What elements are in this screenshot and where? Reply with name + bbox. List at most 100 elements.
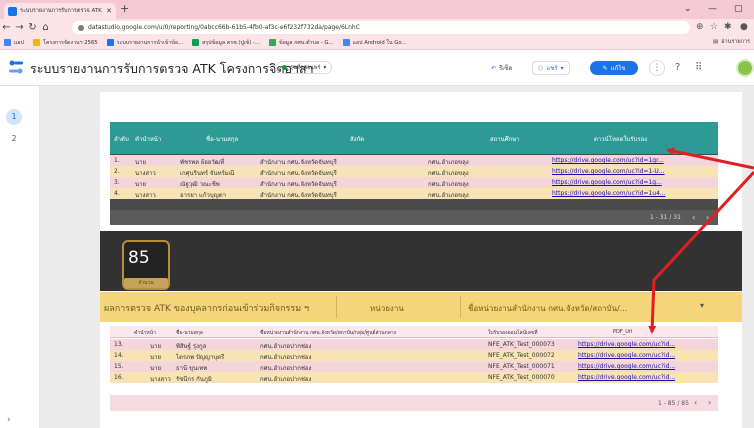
filter-bar: ผลการตรวจ ATK ของบุคลากรก่อนเข้าร่วมกิจก… bbox=[100, 292, 742, 322]
column-header[interactable]: สังกัด bbox=[350, 134, 364, 144]
report-title[interactable]: ระบบรายงานการรับการตรวจ ATK โครงการจิตอา… bbox=[30, 59, 314, 79]
bookmark-item[interactable]: แอป Android ใน Go... bbox=[342, 39, 407, 47]
sheets-icon bbox=[192, 39, 200, 46]
certificate-link[interactable]: https://drive.google.com/uc?id=1gr... bbox=[552, 157, 716, 164]
chevron-down-icon[interactable]: ▾ bbox=[700, 301, 704, 310]
pdf-link[interactable]: https://drive.google.com/uc?id... bbox=[578, 363, 716, 370]
close-tab-icon[interactable]: ✕ bbox=[106, 7, 112, 15]
column-header[interactable]: คำนำหน้า bbox=[135, 134, 161, 144]
divider bbox=[460, 296, 461, 318]
page-1-button[interactable]: 1 bbox=[6, 109, 22, 125]
extension-icon[interactable]: ⊕ bbox=[696, 22, 704, 33]
next-page-icon[interactable]: › bbox=[706, 213, 709, 222]
bookmark-label: แอป bbox=[14, 39, 24, 46]
pdf-link[interactable]: https://drive.google.com/uc?id... bbox=[578, 374, 716, 381]
report-canvas: ลำดับ คำนำหน้า ชื่อ-นามสกุล สังกัด สถานศ… bbox=[40, 86, 754, 428]
table-row[interactable]: 16. นางสาว รัชนีกร กันภูมิ กศน.อำเภอปากช… bbox=[110, 372, 718, 383]
previous-page-icon[interactable]: ‹ bbox=[692, 213, 695, 222]
home-icon[interactable]: ⌂ bbox=[39, 19, 52, 36]
star-icon[interactable]: ☆ bbox=[710, 22, 718, 33]
certificate-link[interactable]: https://drive.google.com/uc?id=1-U... bbox=[552, 168, 716, 175]
chevron-down-icon: ▾ bbox=[560, 64, 564, 72]
column-header[interactable]: PDF_Url bbox=[613, 329, 632, 335]
reading-list[interactable]: ▤ อ่านรายการ bbox=[713, 38, 750, 46]
play-store-icon bbox=[342, 39, 350, 46]
bookmark-label: ข้อมูล กศน.ตำบล - G... bbox=[279, 39, 334, 46]
reload-icon[interactable]: ↻ bbox=[26, 19, 39, 36]
bookmark-label: โครงการจัดงานฯ 2565 bbox=[42, 39, 98, 46]
share-button[interactable]: ⚇ แชร์ ▾ bbox=[532, 61, 570, 75]
table-row[interactable]: 13. นาย พิสิษฐ์ รุ่งกูล กศน.อำเภอปากช่อง… bbox=[110, 339, 718, 350]
data-studio-logo-icon[interactable] bbox=[8, 59, 24, 75]
pdf-link[interactable]: https://drive.google.com/uc?id... bbox=[578, 341, 716, 348]
status-label: รุ่นที่แผยแพร่ bbox=[290, 64, 321, 71]
certificate-link[interactable]: https://drive.google.com/uc?id=1g... bbox=[552, 179, 716, 186]
previous-page-icon[interactable]: ‹ bbox=[694, 398, 697, 407]
row-number: 3. bbox=[114, 179, 120, 186]
bookmark-label: ระบบรายงานการนำเข้าข้อ... bbox=[116, 39, 184, 46]
back-icon[interactable]: ← bbox=[0, 19, 13, 36]
new-tab-icon[interactable]: + bbox=[120, 3, 129, 15]
column-header[interactable]: ลำดับ bbox=[114, 134, 129, 144]
published-version-selector[interactable]: รุ่นที่แผยแพร่ ▾ bbox=[276, 61, 333, 74]
count-label: จำนวน bbox=[124, 278, 168, 288]
apps-grid-icon[interactable]: ⠿ bbox=[695, 62, 702, 74]
bookmark-apps[interactable]: แอป bbox=[4, 39, 24, 47]
certificate-link[interactable]: https://drive.google.com/uc?id=1u4... bbox=[552, 190, 716, 197]
share-label: แชร์ bbox=[546, 65, 558, 72]
unit-filter[interactable]: หน่วยงาน bbox=[370, 302, 404, 315]
table-row[interactable]: 15. นาย ธานี ขุนเทพ กศน.อำเภอปากช่อง NFE… bbox=[110, 361, 718, 372]
profile-icon[interactable]: ● bbox=[740, 22, 748, 33]
unit-name-filter[interactable]: ชื่อหน่วยงานสำนักงาน กศน.จังหวัด/สถาบัน/… bbox=[468, 302, 627, 315]
row-number: 16. bbox=[114, 374, 124, 381]
column-header[interactable]: ดาวน์โหลดใบรับรอง bbox=[594, 134, 647, 144]
table-row[interactable]: 4. นางสาว อารยา แก้วบุญตา สำนักงาน กศน.จ… bbox=[110, 188, 718, 199]
reset-button[interactable]: ↶ รีเซ็ต bbox=[486, 61, 517, 75]
address-url: datastudio.google.com/u/0/reporting/0abc… bbox=[88, 24, 360, 31]
table-row[interactable]: 14. นาย ไตรภพ ปัญญาบุตรี กศน.อำเภอปากช่อ… bbox=[110, 350, 718, 361]
row-unit: กศน.อำเภอปากช่อง bbox=[260, 376, 312, 383]
table-row[interactable]: 3. นาย ณัฐวุฒิ วณะชีพ สำนักงาน กศน.จังหว… bbox=[110, 177, 718, 188]
folder-icon bbox=[32, 39, 40, 46]
chevron-right-icon[interactable]: › bbox=[7, 415, 11, 425]
column-header[interactable]: คำนำหน้า bbox=[134, 329, 156, 337]
row-cert-no: NFE_ATK_Test_000070 bbox=[488, 374, 555, 381]
row-name: รัชนีกร กันภูมิ bbox=[176, 376, 212, 383]
bookmark-item[interactable]: ระบบรายงานการนำเข้าข้อ... bbox=[106, 39, 184, 47]
row-school: กศน.อำเภอขลุง bbox=[428, 192, 469, 199]
minimize-icon[interactable]: — bbox=[708, 3, 717, 15]
edit-button[interactable]: ✎ แก้ไข bbox=[590, 61, 638, 75]
page-2-button[interactable]: 2 bbox=[6, 131, 22, 147]
apps-grid-icon bbox=[4, 39, 11, 46]
browser-tab[interactable]: ระบบรายงานการรับการตรวจ ATK โดย ✕ bbox=[4, 3, 116, 19]
table-row[interactable]: 1. นาย พัชรพล ย้อยวัฒที่ สำนักงาน กศน.จั… bbox=[110, 155, 718, 166]
pencil-icon: ✎ bbox=[602, 64, 608, 72]
more-options-icon[interactable]: ⋮ bbox=[649, 60, 665, 76]
certificate-table: ลำดับ คำนำหน้า ชื่อ-นามสกุล สังกัด สถานศ… bbox=[110, 122, 718, 225]
maximize-icon[interactable]: ▢ bbox=[734, 3, 743, 15]
reset-icon: ↶ bbox=[491, 64, 497, 72]
pagination-range: 1 - 85 / 85 bbox=[658, 400, 689, 407]
row-number: 13. bbox=[114, 341, 124, 348]
data-studio-favicon-icon bbox=[8, 6, 17, 16]
column-header[interactable]: ชื่อหน่วยงานสำนักงาน กศน.จังหวัด/สถาบัน/… bbox=[260, 329, 484, 337]
bookmark-item[interactable]: โครงการจัดงานฯ 2565 bbox=[32, 39, 98, 47]
next-page-icon[interactable]: › bbox=[708, 398, 711, 407]
help-icon[interactable]: ? bbox=[675, 62, 680, 74]
avatar[interactable] bbox=[736, 59, 754, 77]
chevron-down-icon[interactable]: ⌄ bbox=[684, 3, 692, 15]
pdf-link[interactable]: https://drive.google.com/uc?id... bbox=[578, 352, 716, 359]
column-header[interactable]: ชื่อ-นามสกุล bbox=[176, 329, 203, 337]
pagination-range: 1 - 31 / 31 bbox=[650, 214, 681, 221]
row-number: 1. bbox=[114, 157, 120, 164]
puzzle-icon[interactable]: ✱ bbox=[724, 22, 732, 33]
column-header[interactable]: ใบรับรองออนไลน์เลขที่ bbox=[488, 329, 538, 337]
address-bar[interactable]: datastudio.google.com/u/0/reporting/0abc… bbox=[72, 21, 690, 34]
bookmark-item[interactable]: ข้อมูล กศน.ตำบล - G... bbox=[269, 39, 334, 47]
column-header[interactable]: ชื่อ-นามสกุล bbox=[206, 134, 238, 144]
table-row[interactable]: 2. นางสาว เกศุนรินทร์ จันทร์มณี สำนักงาน… bbox=[110, 166, 718, 177]
column-header[interactable]: สถานศึกษา bbox=[490, 134, 520, 144]
bookmark-item[interactable]: สรุปข้อมูล ครช.(ปูเข้) -... bbox=[192, 39, 260, 47]
forward-icon[interactable]: → bbox=[13, 19, 26, 36]
row-number: 4. bbox=[114, 190, 120, 197]
